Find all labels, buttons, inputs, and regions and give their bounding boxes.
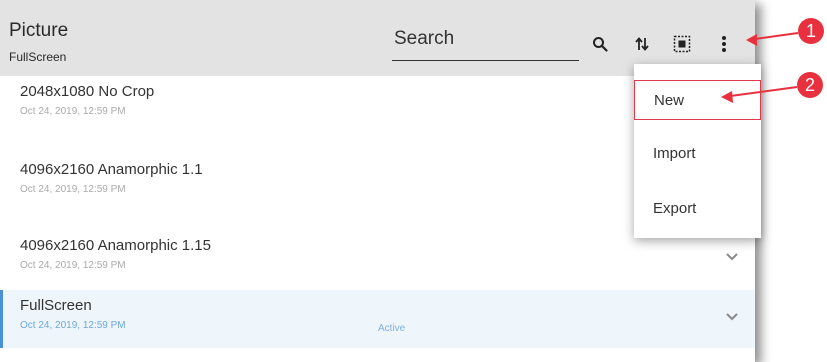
callout-badge: 2 xyxy=(797,72,823,98)
callout-arrows xyxy=(721,32,799,103)
callout-badge: 1 xyxy=(798,18,824,44)
arrow-head-icon xyxy=(746,34,757,46)
arrow-head-icon xyxy=(721,91,733,103)
